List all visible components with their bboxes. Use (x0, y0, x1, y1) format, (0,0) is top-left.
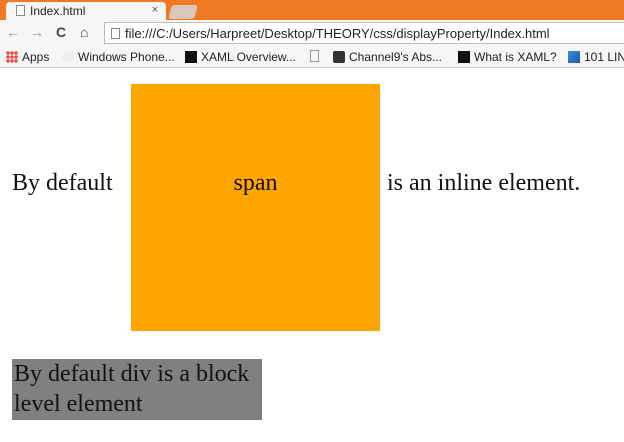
channel9-icon (333, 51, 345, 63)
inline-text-before: By default (12, 170, 113, 196)
back-icon[interactable]: ← (6, 24, 20, 40)
bookmark-apps[interactable]: Apps (6, 50, 49, 64)
page-content: By default span is an inline element. By… (0, 69, 624, 442)
page-icon (16, 5, 25, 16)
forward-icon[interactable]: → (30, 24, 44, 40)
span-box: span (131, 84, 380, 331)
address-bar[interactable]: file:///C:/Users/Harpreet/Desktop/THEORY… (104, 22, 624, 44)
bookmark-blank[interactable] (310, 50, 319, 62)
bookmark-windows-phone[interactable]: Windows Phone... (62, 50, 175, 64)
tab-index[interactable]: Index.html × (6, 2, 166, 20)
inline-text-after: is an inline element. (387, 170, 581, 196)
m-icon (458, 51, 470, 63)
bookmark-101[interactable]: 101 LIN (568, 50, 624, 64)
url-text: file:///C:/Users/Harpreet/Desktop/THEORY… (125, 26, 550, 41)
bookmark-what-is-xaml[interactable]: What is XAML? (458, 50, 557, 64)
reload-icon[interactable]: C (56, 24, 66, 40)
new-tab-button[interactable] (168, 5, 198, 19)
bookmark-xaml-overview[interactable]: XAML Overview... (185, 50, 296, 64)
101-icon (568, 51, 580, 63)
tab-bar: Index.html × (0, 0, 624, 20)
div-box: By default div is a block level element (12, 359, 262, 420)
m-icon (185, 51, 197, 63)
apps-grid-icon (6, 51, 18, 63)
bookmark-channel9[interactable]: Channel9's Abs... (333, 50, 442, 64)
close-tab-icon[interactable]: × (152, 4, 158, 16)
windows-phone-icon (62, 51, 74, 63)
page-icon (310, 50, 319, 62)
bookmarks-bar: Apps Windows Phone... XAML Overview... C… (0, 46, 624, 68)
tab-title: Index.html (30, 4, 86, 18)
home-icon[interactable]: ⌂ (80, 24, 88, 40)
page-icon (111, 28, 120, 39)
toolbar: ← → C ⌂ file:///C:/Users/Harpreet/Deskto… (0, 20, 624, 46)
